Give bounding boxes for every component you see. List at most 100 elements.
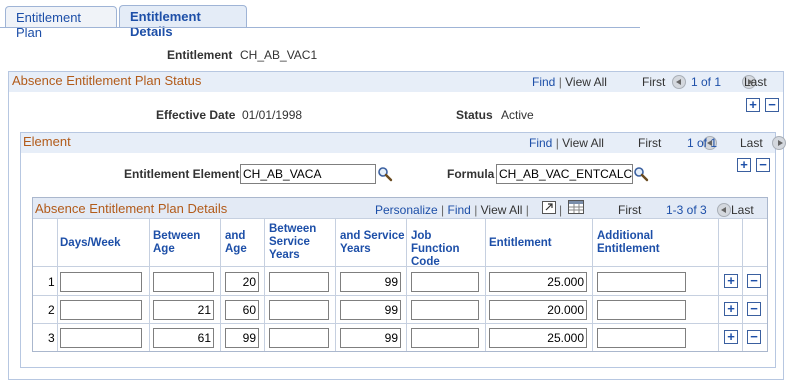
element-delete-button[interactable]: −	[756, 158, 770, 172]
additional-entitlement-field[interactable]	[597, 300, 686, 320]
details-nav-divider: |	[559, 203, 563, 217]
tab-entitlement-plan[interactable]: Entitlement Plan	[5, 6, 117, 40]
and-service-field[interactable]: 99	[340, 272, 401, 292]
col-header-job-function-code[interactable]: Job Function Code	[411, 230, 481, 269]
grid-row-line-2	[33, 323, 767, 324]
grid-col-line	[742, 218, 743, 351]
tab-divider	[0, 27, 640, 28]
row-delete-button[interactable]: −	[747, 302, 761, 316]
job-function-field[interactable]	[411, 272, 479, 292]
grid-col-line	[264, 218, 265, 351]
grid-col-line	[406, 218, 407, 351]
row-delete-button[interactable]: −	[747, 274, 761, 288]
days-week-field[interactable]	[60, 272, 142, 292]
entitlement-element-label: Entitlement Element	[124, 167, 240, 181]
element-count: 1 of 1	[687, 136, 718, 150]
entitlement-label: Entitlement	[167, 48, 233, 62]
entitlement-value: CH_AB_VAC1	[240, 48, 318, 62]
plan-status-find-link[interactable]: Find	[532, 75, 555, 89]
entitlement-field[interactable]: 25.000	[489, 328, 587, 348]
and-service-field[interactable]: 99	[340, 328, 401, 348]
element-add-button[interactable]: +	[737, 158, 751, 172]
details-first: First	[618, 203, 642, 217]
col-header-and-service-years[interactable]: and Service Years	[340, 230, 406, 256]
between-age-field[interactable]: 61	[153, 328, 214, 348]
plan-status-last: Last	[744, 75, 767, 89]
grid-row-line-1	[33, 295, 767, 296]
plan-status-delete-button[interactable]: −	[765, 98, 779, 112]
details-view-all-link[interactable]: View All	[481, 203, 523, 217]
plan-status-prev-icon[interactable]	[672, 74, 686, 89]
col-header-days-week[interactable]: Days/Week	[60, 237, 145, 250]
formula-lookup-icon[interactable]	[633, 166, 649, 182]
between-service-field[interactable]	[269, 300, 329, 320]
details-personalize-link[interactable]: Personalize	[375, 203, 438, 217]
days-week-field[interactable]	[60, 300, 142, 320]
element-last: Last	[740, 136, 763, 150]
tab-entitlement-details-label: Entitlement Details	[130, 9, 201, 39]
entitlement-field[interactable]: 25.000	[489, 272, 587, 292]
col-header-between-service-years[interactable]: Between Service Years	[269, 223, 331, 262]
row-number: 2	[48, 303, 55, 317]
grid-header-bottom-line	[33, 266, 767, 267]
job-function-field[interactable]	[411, 300, 479, 320]
plan-status-count: 1 of 1	[691, 75, 722, 89]
status-value: Active	[501, 108, 534, 122]
job-function-field[interactable]	[411, 328, 479, 348]
grid-header-top-line	[33, 218, 767, 219]
plan-status-nav: Find | View All	[532, 75, 607, 89]
additional-entitlement-field[interactable]	[597, 272, 686, 292]
details-find-link[interactable]: Find	[448, 203, 471, 217]
effective-date-value: 01/01/1998	[242, 108, 303, 122]
col-header-additional-entitlement[interactable]: Additional Entitlement	[597, 230, 707, 256]
col-header-entitlement[interactable]: Entitlement	[489, 237, 589, 250]
element-title: Element	[23, 134, 71, 149]
plan-status-add-button[interactable]: +	[746, 98, 760, 112]
row-number: 3	[48, 331, 55, 345]
col-header-and-age[interactable]: and Age	[225, 230, 255, 256]
row-add-button[interactable]: +	[724, 330, 738, 344]
tab-entitlement-plan-label: Entitlement Plan	[16, 10, 82, 40]
formula-label: Formula	[447, 167, 495, 181]
grid-col-line	[718, 218, 719, 351]
tab-entitlement-details[interactable]: Entitlement Details	[119, 5, 247, 39]
details-last: Last	[731, 203, 754, 217]
grid-col-line	[485, 218, 486, 351]
entitlement-field[interactable]: 20.000	[489, 300, 587, 320]
and-age-field[interactable]: 20	[225, 272, 259, 292]
element-first: First	[638, 136, 662, 150]
days-week-field[interactable]	[60, 328, 142, 348]
entitlement-element-field[interactable]: CH_AB_VACA	[240, 164, 376, 184]
row-delete-button[interactable]: −	[747, 330, 761, 344]
status-label: Status	[456, 108, 493, 122]
details-count: 1-3 of 3	[666, 203, 707, 217]
element-view-all-link[interactable]: View All	[562, 136, 604, 150]
row-add-button[interactable]: +	[724, 274, 738, 288]
plan-status-title: Absence Entitlement Plan Status	[12, 73, 202, 88]
grid-col-line	[592, 218, 593, 351]
and-age-field[interactable]: 60	[225, 300, 259, 320]
details-nav: Personalize | Find | View All |	[375, 203, 529, 217]
grid-col-line	[57, 218, 58, 351]
and-service-field[interactable]: 99	[340, 300, 401, 320]
row-add-button[interactable]: +	[724, 302, 738, 316]
between-service-field[interactable]	[269, 328, 329, 348]
grid-col-line	[220, 218, 221, 351]
col-header-between-age[interactable]: Between Age	[153, 230, 213, 256]
entitlement-element-lookup-icon[interactable]	[377, 166, 393, 182]
element-find-link[interactable]: Find	[529, 136, 552, 150]
details-title: Absence Entitlement Plan Details	[35, 201, 228, 216]
plan-status-view-all-link[interactable]: View All	[565, 75, 607, 89]
zoom-icon[interactable]	[542, 201, 556, 214]
formula-field[interactable]: CH_AB_VAC_ENTCALC	[496, 164, 633, 184]
grid-col-line	[335, 218, 336, 351]
element-header-bar	[21, 133, 775, 153]
between-age-field[interactable]	[153, 272, 214, 292]
additional-entitlement-field[interactable]	[597, 328, 686, 348]
between-age-field[interactable]: 21	[153, 300, 214, 320]
element-nav: Find | View All	[529, 136, 604, 150]
between-service-field[interactable]	[269, 272, 329, 292]
and-age-field[interactable]: 99	[225, 328, 259, 348]
spreadsheet-icon[interactable]	[568, 200, 584, 214]
element-next-icon[interactable]	[772, 135, 787, 150]
